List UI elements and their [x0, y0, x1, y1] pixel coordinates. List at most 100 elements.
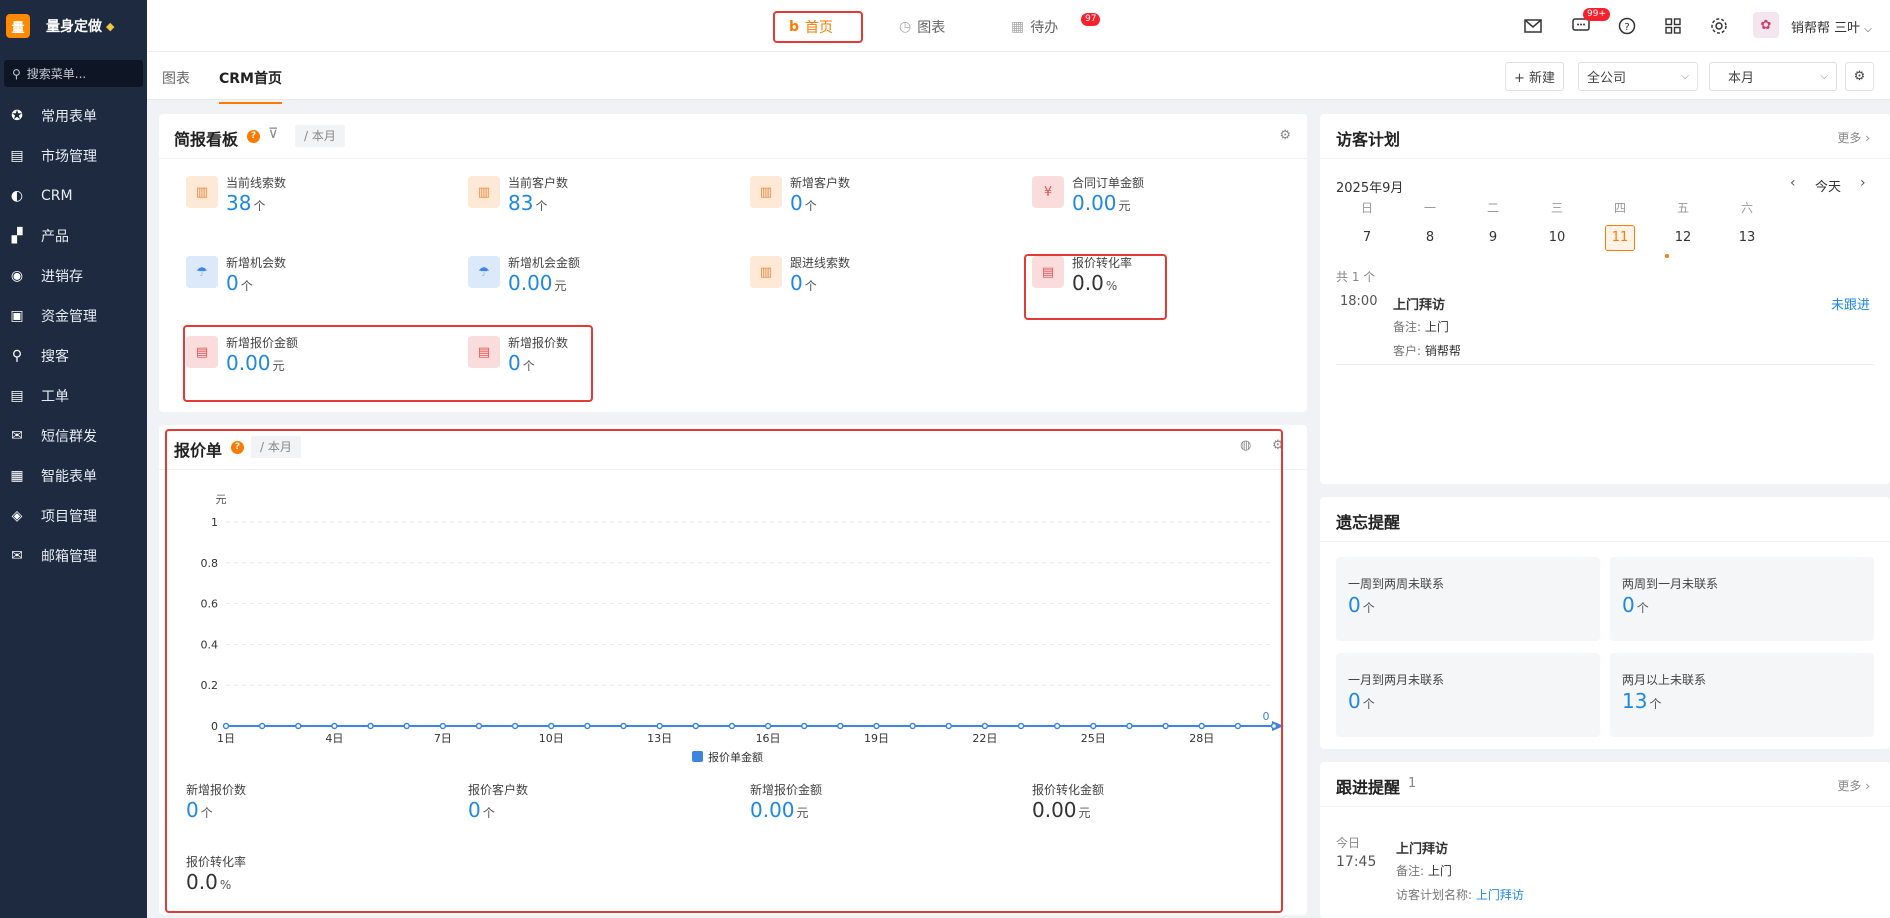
sidebar-item-5[interactable]: ▣ 资金管理	[0, 296, 147, 336]
divider	[1336, 364, 1874, 365]
stat-icon: ☂	[468, 256, 500, 288]
sidebar-item-8[interactable]: ✉ 短信群发	[0, 416, 147, 456]
follow-more-link[interactable]: 更多 ›	[1837, 777, 1870, 794]
user-menu[interactable]: 销帮帮 三叶 ⌵	[1791, 17, 1872, 36]
follow-day: 今日	[1336, 836, 1361, 850]
forget-stat[interactable]: 两月以上未联系 13 个	[1610, 653, 1874, 737]
filter-icon[interactable]: ⊽	[268, 126, 278, 142]
today-button[interactable]: 今天	[1815, 176, 1841, 195]
tab-home[interactable]: b 首页	[773, 11, 863, 43]
settings-icon[interactable]: ⚙	[1272, 438, 1284, 453]
calendar-day[interactable]: 11	[1605, 225, 1635, 251]
calendar-day[interactable]: 13	[1732, 230, 1762, 245]
sidebar-item-1[interactable]: ▤ 市场管理	[0, 136, 147, 176]
sidebar-item-7[interactable]: ▤ 工单	[0, 376, 147, 416]
star-icon: ✪	[11, 108, 23, 124]
stat-value: 0.00	[1032, 798, 1077, 822]
briefing-stat[interactable]: ▥ 当前线索数 38 个	[186, 174, 286, 218]
follow-time: 17:45	[1336, 854, 1377, 870]
menu-search-input[interactable]: ⚲ 搜索菜单...	[4, 60, 143, 87]
calendar-day[interactable]: 8	[1415, 230, 1445, 245]
help-icon[interactable]: ?	[231, 441, 244, 454]
briefing-stat[interactable]: ▤ 新增报价数 0 个	[468, 334, 568, 378]
calendar-day[interactable]: 10	[1542, 230, 1572, 245]
quote-stat[interactable]: 新增报价数 0 个	[186, 781, 246, 825]
quote-stat[interactable]: 报价客户数 0 个	[468, 781, 528, 825]
forget-stat[interactable]: 一月到两月未联系 0 个	[1336, 653, 1600, 737]
briefing-stat[interactable]: ☂ 新增机会金额 0.00 元	[468, 254, 580, 298]
ticket-icon: ▤	[10, 388, 24, 404]
plan-link[interactable]: 上门拜访	[1476, 888, 1524, 902]
forget-stat[interactable]: 两周到一月未联系 0 个	[1610, 557, 1874, 641]
stat-icon: ☂	[186, 256, 218, 288]
data-point	[1198, 722, 1205, 730]
sidebar-item-11[interactable]: ✉ 邮箱管理	[0, 536, 147, 576]
sidebar-item-0[interactable]: ✪ 常用表单	[0, 96, 147, 136]
divider	[1320, 158, 1890, 159]
calendar-day[interactable]: 7	[1352, 230, 1382, 245]
settings-icon[interactable]: ⚙	[1279, 128, 1291, 143]
logo[interactable]: 量 量身定做 ◆	[0, 0, 147, 52]
sidebar-item-9[interactable]: ▦ 智能表单	[0, 456, 147, 496]
next-week-icon[interactable]: ›	[1860, 175, 1866, 191]
briefing-stat[interactable]: ▤ 报价转化率 0.0%	[1032, 254, 1132, 298]
stat-value: 13	[1622, 689, 1648, 713]
quote-period: / 本月	[251, 436, 301, 458]
briefing-stat[interactable]: ▥ 跟进线索数 0 个	[750, 254, 850, 298]
subtab-crm-home[interactable]: CRM首页	[219, 68, 282, 104]
visit-event-title[interactable]: 上门拜访	[1393, 294, 1445, 313]
help-icon[interactable]: ?	[1617, 16, 1637, 36]
form-icon: ▦	[10, 468, 24, 484]
scope-select-value: 全公司	[1587, 71, 1627, 86]
dashboard-settings-button[interactable]: ⚙	[1845, 62, 1874, 91]
tab-todo[interactable]: ▦ 待办 97	[997, 11, 1101, 43]
quote-stat[interactable]: 新增报价金额 0.00 元	[750, 781, 822, 825]
avatar[interactable]: ✿	[1753, 12, 1779, 38]
briefing-stat[interactable]: ¥ 合同订单金额 0.00 元	[1032, 174, 1144, 218]
subtab-charts[interactable]: 图表	[162, 68, 190, 88]
briefing-stat[interactable]: ▥ 当前客户数 83 个	[468, 174, 568, 218]
stat-value: 38	[226, 191, 252, 215]
visit-more-link[interactable]: 更多 ›	[1837, 129, 1870, 146]
forget-stat[interactable]: 一周到两周未联系 0 个	[1336, 557, 1600, 641]
stat-unit: 元	[272, 359, 285, 373]
calendar-day[interactable]: 9	[1478, 230, 1508, 245]
sidebar-item-3[interactable]: ▞ 产品	[0, 216, 147, 256]
finance-icon: ▣	[10, 308, 24, 324]
help-icon[interactable]: ?	[247, 130, 260, 143]
settings-icon[interactable]	[1709, 16, 1729, 36]
sidebar-item-2[interactable]: ◐ CRM	[0, 176, 147, 216]
divider	[1320, 806, 1890, 807]
stat-value: 0	[1348, 689, 1361, 713]
prev-week-icon[interactable]: ‹	[1790, 175, 1796, 191]
calendar-day[interactable]: 12	[1668, 230, 1698, 245]
stat-unit: 个	[482, 806, 495, 820]
period-select[interactable]: 本月 ⌵	[1709, 62, 1837, 91]
stat-value: 0.0	[186, 870, 218, 894]
scope-select[interactable]: 全公司 ⌵	[1578, 62, 1698, 91]
palette-icon[interactable]: ◍	[1240, 438, 1251, 453]
stat-value: 0.00	[508, 271, 553, 295]
legend-label: 报价单金额	[708, 750, 763, 764]
briefing-stat[interactable]: ☂ 新增机会数 0 个	[186, 254, 286, 298]
chat-icon[interactable]: 99+	[1571, 8, 1610, 36]
data-point	[547, 722, 555, 730]
quote-stat[interactable]: 报价转化率 0.0%	[186, 853, 246, 897]
new-button[interactable]: + 新建	[1505, 62, 1565, 91]
sidebar-item-10[interactable]: ◈ 项目管理	[0, 496, 147, 536]
quote-stat[interactable]: 报价转化金额 0.00 元	[1032, 781, 1104, 825]
gear-icon: ⚙	[1853, 69, 1866, 84]
sidebar-item-6[interactable]: ⚲ 搜客	[0, 336, 147, 376]
tab-charts[interactable]: ◷ 图表	[885, 11, 959, 43]
stat-unit: 个	[804, 199, 817, 213]
apps-icon[interactable]	[1663, 16, 1683, 36]
stat-unit: 元	[796, 806, 809, 820]
mail-icon[interactable]	[1523, 16, 1543, 36]
briefing-stat[interactable]: ▥ 新增客户数 0 个	[750, 174, 850, 218]
visit-title: 访客计划	[1336, 130, 1401, 149]
sidebar-item-4[interactable]: ◉ 进销存	[0, 256, 147, 296]
visit-status[interactable]: 未跟进	[1831, 294, 1870, 313]
briefing-stat[interactable]: ▤ 新增报价金额 0.00 元	[186, 334, 298, 378]
follow-item-title[interactable]: 上门拜访	[1396, 838, 1448, 857]
stat-label: 报价转化金额	[1032, 783, 1105, 797]
